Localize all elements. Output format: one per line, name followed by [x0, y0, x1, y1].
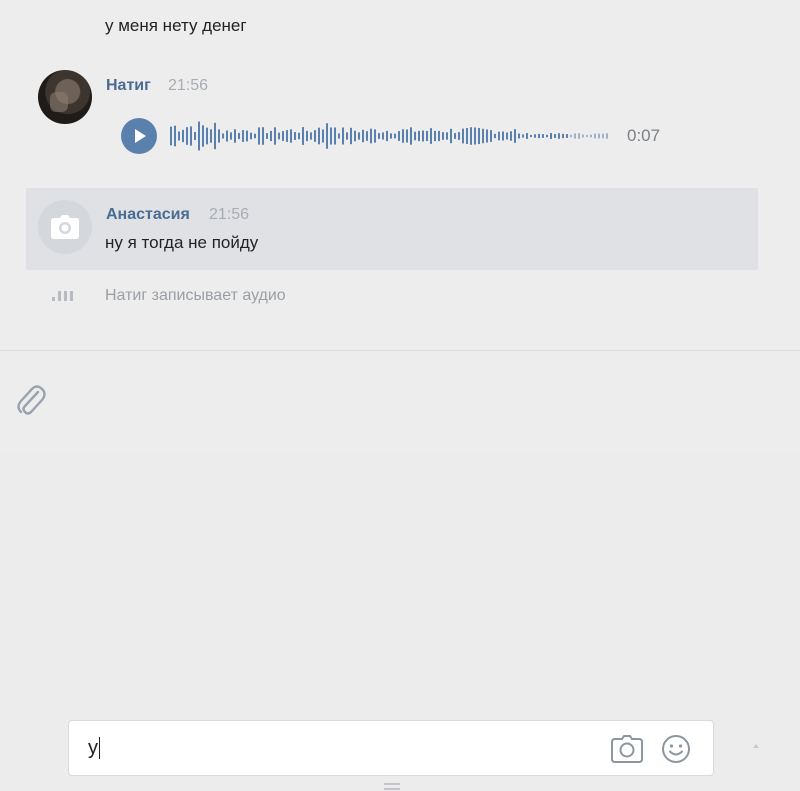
- chat-history: у меня нету денег Натиг 21:56 0:07 Анаст…: [0, 0, 800, 350]
- resize-handle[interactable]: [384, 783, 400, 791]
- camera-icon: [51, 215, 79, 239]
- message-author[interactable]: Анастасия: [106, 206, 190, 224]
- typing-status: Натиг записывает аудио: [105, 287, 286, 304]
- avatar[interactable]: [38, 200, 92, 254]
- message-author[interactable]: Натиг: [106, 77, 151, 95]
- message-time: 21:56: [209, 206, 250, 223]
- message-input[interactable]: у: [68, 720, 714, 776]
- expand-arrow-icon[interactable]: [753, 744, 759, 748]
- recording-indicator-icon: [52, 288, 76, 304]
- attach-icon[interactable]: [14, 380, 46, 418]
- message-text: ну я тогда не пойду: [105, 233, 259, 252]
- composer: у: [0, 351, 800, 790]
- camera-icon[interactable]: [611, 735, 643, 763]
- audio-waveform[interactable]: [170, 118, 615, 154]
- play-button[interactable]: [121, 118, 157, 154]
- message-highlight: [26, 188, 758, 270]
- audio-duration: 0:07: [627, 126, 661, 145]
- emoji-icon[interactable]: [661, 734, 691, 764]
- message-time: 21:56: [168, 77, 209, 94]
- message-text: у меня нету денег: [105, 16, 247, 35]
- avatar[interactable]: [38, 70, 92, 124]
- message-input-text[interactable]: у: [88, 737, 100, 759]
